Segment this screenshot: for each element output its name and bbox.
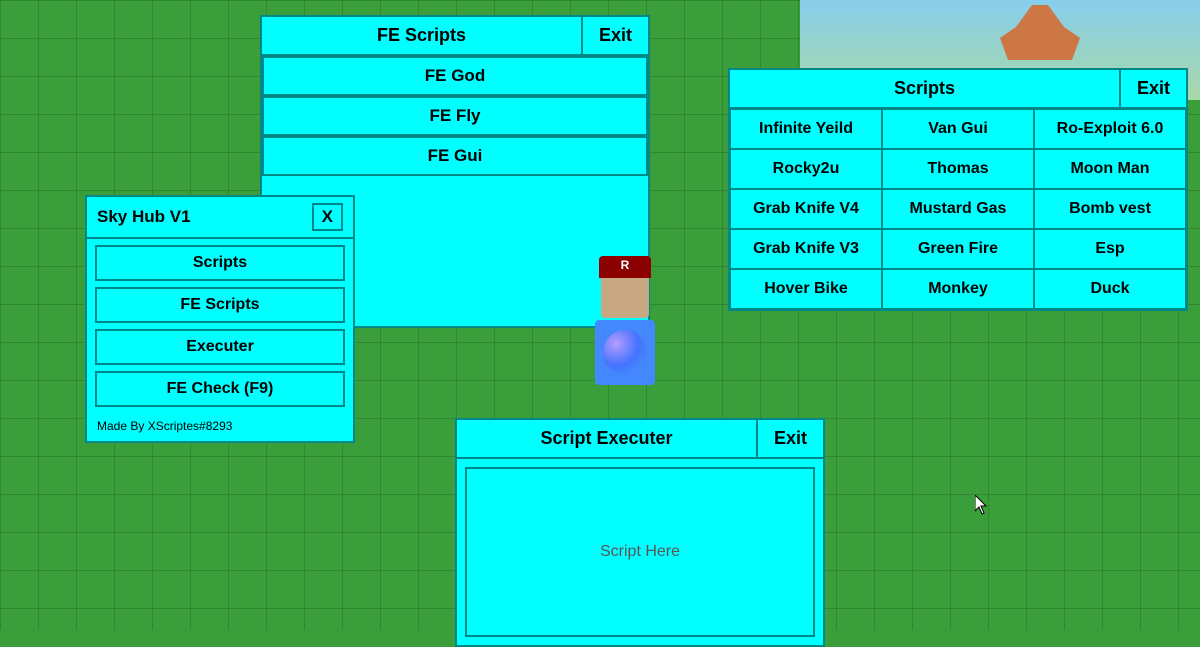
sky-hub-header: Sky Hub V1 X xyxy=(87,197,353,239)
scripts-button[interactable]: Scripts xyxy=(95,245,345,281)
scripts-grid-button-13[interactable]: Monkey xyxy=(882,269,1034,309)
scripts-grid-button-8[interactable]: Bomb vest xyxy=(1034,189,1186,229)
fe-scripts-nav-button[interactable]: FE Scripts xyxy=(95,287,345,323)
sky-hub-footer: Made By XScriptes#8293 xyxy=(87,413,353,441)
scripts-title: Scripts xyxy=(730,70,1121,107)
fe-fly-button[interactable]: FE Fly xyxy=(262,96,648,136)
sky-hub-title: Sky Hub V1 xyxy=(97,207,304,227)
fe-scripts-header: FE Scripts Exit xyxy=(262,17,648,56)
scripts-exit-button[interactable]: Exit xyxy=(1121,70,1186,107)
scripts-grid-button-4[interactable]: Thomas xyxy=(882,149,1034,189)
scripts-grid-button-5[interactable]: Moon Man xyxy=(1034,149,1186,189)
sky-hub-close-button[interactable]: X xyxy=(312,203,343,231)
scripts-header: Scripts Exit xyxy=(730,70,1186,109)
scripts-grid-button-0[interactable]: Infinite Yeild xyxy=(730,109,882,149)
scripts-grid-button-6[interactable]: Grab Knife V4 xyxy=(730,189,882,229)
executer-panel: Script Executer Exit Script Here xyxy=(455,418,825,647)
executer-placeholder: Script Here xyxy=(600,543,680,561)
character xyxy=(565,270,685,430)
scripts-grid: Infinite YeildVan GuiRo-Exploit 6.0 Rocky… xyxy=(730,109,1186,309)
scripts-panel: Scripts Exit Infinite YeildVan GuiRo-Exp… xyxy=(728,68,1188,311)
sky-hub-panel: Sky Hub V1 X Scripts FE Scripts Executer… xyxy=(85,195,355,443)
fe-god-button[interactable]: FE God xyxy=(262,56,648,96)
executer-exit-button[interactable]: Exit xyxy=(758,420,823,457)
scripts-grid-button-10[interactable]: Green Fire xyxy=(882,229,1034,269)
fe-scripts-exit-button[interactable]: Exit xyxy=(583,17,648,54)
character-cap xyxy=(599,256,651,278)
scripts-grid-button-1[interactable]: Van Gui xyxy=(882,109,1034,149)
scripts-grid-button-7[interactable]: Mustard Gas xyxy=(882,189,1034,229)
fe-scripts-title: FE Scripts xyxy=(262,17,583,54)
scripts-grid-button-9[interactable]: Grab Knife V3 xyxy=(730,229,882,269)
scripts-grid-button-12[interactable]: Hover Bike xyxy=(730,269,882,309)
fe-gui-button[interactable]: FE Gui xyxy=(262,136,648,176)
scripts-grid-button-11[interactable]: Esp xyxy=(1034,229,1186,269)
fe-check-button[interactable]: FE Check (F9) xyxy=(95,371,345,407)
character-head xyxy=(601,270,649,318)
executer-button[interactable]: Executer xyxy=(95,329,345,365)
scripts-grid-button-2[interactable]: Ro-Exploit 6.0 xyxy=(1034,109,1186,149)
executer-text-area[interactable]: Script Here xyxy=(465,467,815,637)
character-body xyxy=(595,320,655,385)
mouse-cursor xyxy=(975,495,991,515)
scripts-grid-button-14[interactable]: Duck xyxy=(1034,269,1186,309)
scripts-grid-button-3[interactable]: Rocky2u xyxy=(730,149,882,189)
